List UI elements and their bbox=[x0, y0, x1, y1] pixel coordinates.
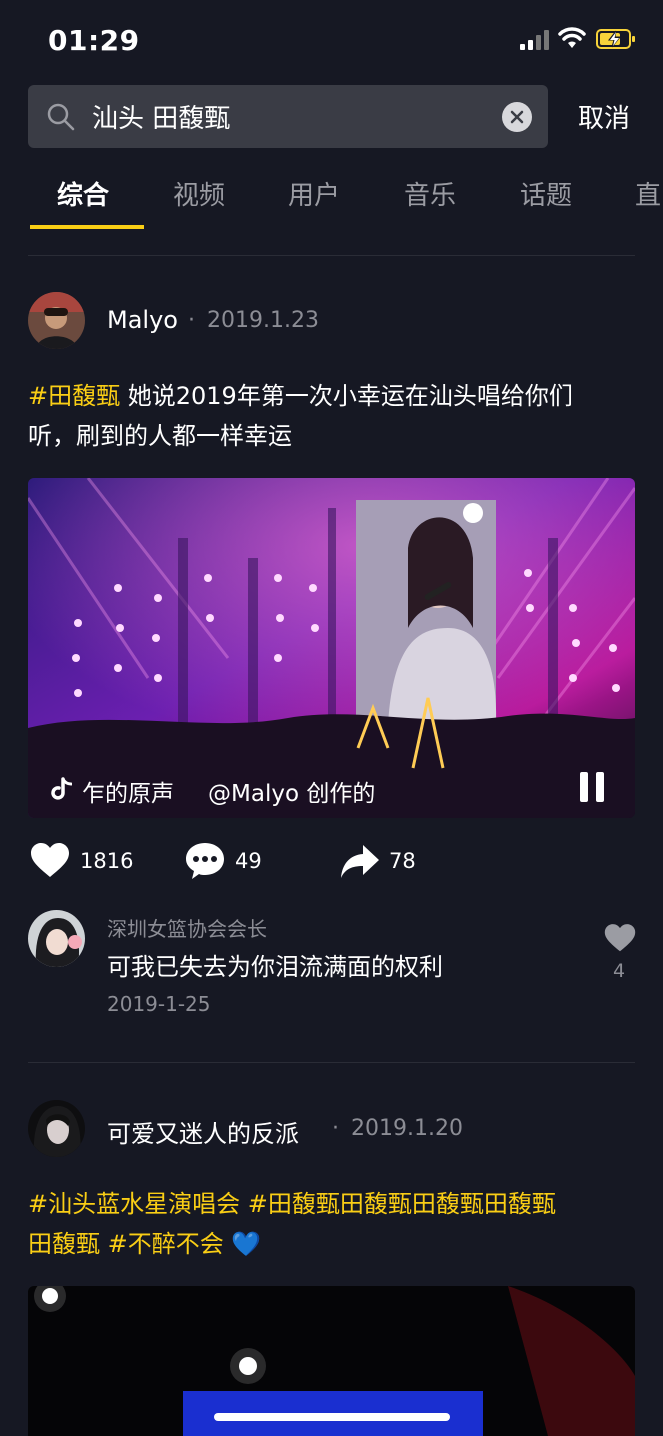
hashtag-links[interactable]: #汕头蓝水星演唱会 #田馥甄田馥甄田馥甄田馥甄 bbox=[28, 1190, 556, 1218]
tab-live[interactable]: 直 bbox=[635, 175, 661, 212]
wifi-icon bbox=[558, 26, 586, 50]
avatar[interactable] bbox=[28, 292, 85, 349]
comment-count: 49 bbox=[235, 849, 262, 873]
tab-music[interactable]: 音乐 bbox=[404, 175, 456, 212]
post-date: 2019.1.23 bbox=[207, 308, 319, 333]
cancel-button[interactable]: 取消 bbox=[578, 98, 630, 135]
comment-text: 可我已失去为你泪流满面的权利 bbox=[107, 953, 443, 981]
hashtag-links-line2[interactable]: 田馥甄 #不醉不会 bbox=[28, 1230, 224, 1258]
comment-icon[interactable] bbox=[185, 842, 225, 880]
comment-avatar[interactable] bbox=[28, 910, 85, 967]
heart-icon[interactable] bbox=[30, 843, 70, 879]
post-caption: #汕头蓝水星演唱会 #田馥甄田馥甄田馥甄田馥甄 田馥甄 #不醉不会 💙 bbox=[28, 1184, 638, 1264]
home-indicator[interactable] bbox=[214, 1413, 450, 1421]
comment-date: 2019-1-25 bbox=[107, 992, 211, 1016]
share-icon[interactable] bbox=[340, 845, 380, 879]
music-creator[interactable]: @Malyo 创作的 bbox=[208, 774, 378, 808]
tab-users[interactable]: 用户 bbox=[288, 175, 340, 212]
dot-separator: · bbox=[332, 1116, 339, 1141]
caption-text: 她说2019年第一次小幸运在汕头唱给你们 bbox=[120, 382, 573, 410]
comment-heart-icon[interactable] bbox=[604, 924, 636, 953]
comment-author[interactable]: 深圳女篮协会会长 bbox=[107, 913, 267, 942]
tab-topics[interactable]: 话题 bbox=[520, 175, 572, 212]
blue-heart-emoji: 💙 bbox=[231, 1230, 262, 1258]
status-time: 01:29 bbox=[48, 24, 140, 57]
post-author[interactable]: Malyo bbox=[107, 306, 178, 334]
battery-charging-icon bbox=[596, 28, 636, 50]
avatar[interactable] bbox=[28, 1100, 85, 1157]
comment-like-count: 4 bbox=[613, 960, 626, 982]
tab-comprehensive[interactable]: 综合 bbox=[57, 175, 109, 212]
share-count: 78 bbox=[389, 849, 416, 873]
clear-search-button[interactable] bbox=[502, 102, 532, 132]
search-query[interactable]: 汕头 田馥甄 bbox=[92, 98, 230, 135]
music-note-icon bbox=[50, 777, 73, 801]
active-tab-indicator bbox=[30, 225, 144, 229]
search-icon bbox=[46, 102, 76, 132]
post-author[interactable]: 可爱又迷人的反派 bbox=[107, 1114, 299, 1149]
video-player[interactable] bbox=[28, 478, 635, 818]
pause-icon[interactable] bbox=[580, 772, 608, 802]
post-date: 2019.1.20 bbox=[351, 1116, 463, 1141]
post-caption: #田馥甄 她说2019年第一次小幸运在汕头唱给你们 听，刷到的人都一样幸运 bbox=[28, 376, 638, 456]
caption-text-line2: 听，刷到的人都一样幸运 bbox=[28, 422, 292, 450]
tab-videos[interactable]: 视频 bbox=[173, 175, 225, 212]
music-title[interactable]: 乍的原声 bbox=[82, 774, 174, 808]
divider bbox=[28, 255, 635, 256]
hashtag-link[interactable]: #田馥甄 bbox=[28, 382, 120, 410]
like-count: 1816 bbox=[80, 849, 134, 873]
signal-icon bbox=[520, 30, 550, 50]
close-icon bbox=[510, 110, 524, 124]
divider bbox=[28, 1062, 635, 1063]
dot-separator: · bbox=[188, 308, 195, 333]
